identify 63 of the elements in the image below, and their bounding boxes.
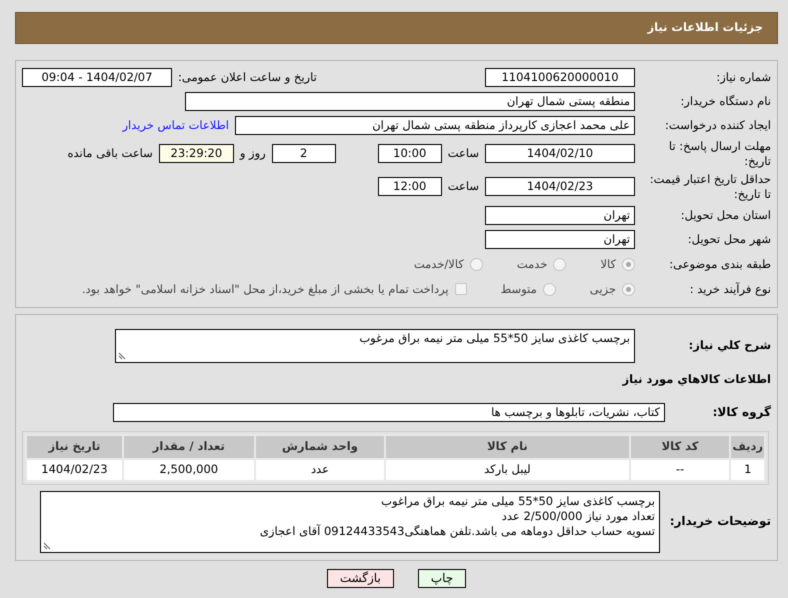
reply-time-field: 10:00 (378, 144, 442, 164)
reply-date-field: 1404/02/10 (485, 144, 635, 164)
field-label: ساعت (448, 178, 479, 196)
radio-button[interactable] (470, 258, 483, 271)
table-cell: لیبل بارکد (385, 459, 630, 481)
table-cell: 1 (730, 459, 765, 481)
price-date-field: 1404/02/23 (485, 177, 635, 196)
column-header: نام کالا (385, 435, 630, 459)
summary-field: برچسب کاغذی سایز 50*55 میلی متر نیمه براق مرغوب (115, 328, 635, 363)
field-label: نوع فرآیند خرید : (688, 282, 771, 297)
back-button[interactable]: بازگشت (326, 569, 394, 588)
field-label: توضیحات خریدار: (668, 514, 771, 530)
buyer-org-field: منطقه پستی شمال تهران (185, 92, 635, 111)
city-field: تهران (485, 230, 635, 249)
radio-button[interactable] (622, 282, 635, 296)
column-header: تعداد / مقدار (122, 435, 255, 459)
radio-button[interactable] (553, 258, 566, 271)
field-label: روز و (240, 145, 266, 162)
field-label: شرح کلي نياز: (688, 338, 771, 354)
column-header: واحد شمارش (254, 435, 386, 459)
field-label: استان محل تحویل: (680, 208, 771, 223)
field-label: شهر محل تحویل: (686, 232, 771, 247)
option-label: جزیی (590, 280, 616, 298)
field-label: طبقه بندی موضوعی: (668, 256, 771, 272)
days-field: 2 (272, 144, 336, 164)
price-time-field: 12:00 (378, 177, 442, 196)
field-label: شماره نیاز: (715, 70, 771, 85)
field-label: ساعت (448, 145, 479, 162)
field-label: نام دستگاه خریدار: (679, 94, 771, 109)
table-cell: عدد (254, 459, 386, 481)
field-label: حداقل تاریخ اعتبار قیمت: تا تاریخ: (648, 172, 771, 202)
announce-date-field: 1404/02/07 - 09:04 (22, 68, 172, 87)
need-number-field: 1104100620000010 (485, 68, 635, 87)
table-cell: 2,500,000 (122, 459, 255, 481)
goods-group-field: کتاب، نشریات، تابلوها و برچسب ها (113, 403, 665, 422)
option-label: کالا/خدمت (414, 256, 464, 273)
print-button[interactable]: چاپ (418, 569, 466, 588)
buyer-notes-field: برچسب کاغذی سایز 50*55 میلی متر نیمه براق مراغوب تعداد مورد نیاز 2/500/000 عدد تسویه حساب حداقل دوماهه می باشد.تلفن هماهنگی09124433543 آقای اعجازی (40, 491, 660, 553)
column-header: تاریخ نیاز (26, 435, 123, 459)
field-label: مهلت ارسال پاسخ: تا تاریخ: (668, 139, 771, 169)
remaining-time-field: 23:29:20 (158, 144, 234, 164)
column-header: کد کالا (630, 435, 730, 459)
requester-field: علی محمد اعجازی کارپرداز منطقه پستی شمال تهران (235, 116, 635, 135)
option-label: کالا (600, 256, 616, 273)
radio-button[interactable] (542, 282, 556, 296)
field-label: تاریخ و ساعت اعلان عمومی: (178, 68, 317, 86)
field-label: گروه کالا: (712, 404, 771, 420)
field-label: ایجاد کننده درخواست: (664, 118, 771, 133)
resize-grip-icon[interactable] (43, 542, 51, 550)
table-cell: -- (630, 459, 730, 481)
column-header: ردیف (730, 435, 765, 459)
contact-info-link[interactable]: اطلاعات تماس خریدار (122, 116, 229, 134)
field-label: ساعت باقی مانده (68, 145, 153, 162)
resize-grip-icon[interactable] (118, 352, 126, 360)
checkbox[interactable] (454, 283, 467, 296)
page-header: جزئیات اطلاعات نیاز (15, 12, 778, 44)
option-label: پرداخت تمام یا بخشی از مبلغ خرید،از محل "اسناد خزانه اسلامی" خواهد بود. (82, 280, 449, 298)
radio-button[interactable] (622, 258, 635, 271)
option-label: متوسط (500, 280, 537, 298)
province-field: تهران (485, 206, 635, 225)
section-title: اطلاعات کالاهاي مورد نياز (621, 370, 771, 388)
option-label: خدمت (516, 256, 548, 273)
table-cell: 1404/02/23 (26, 459, 123, 481)
